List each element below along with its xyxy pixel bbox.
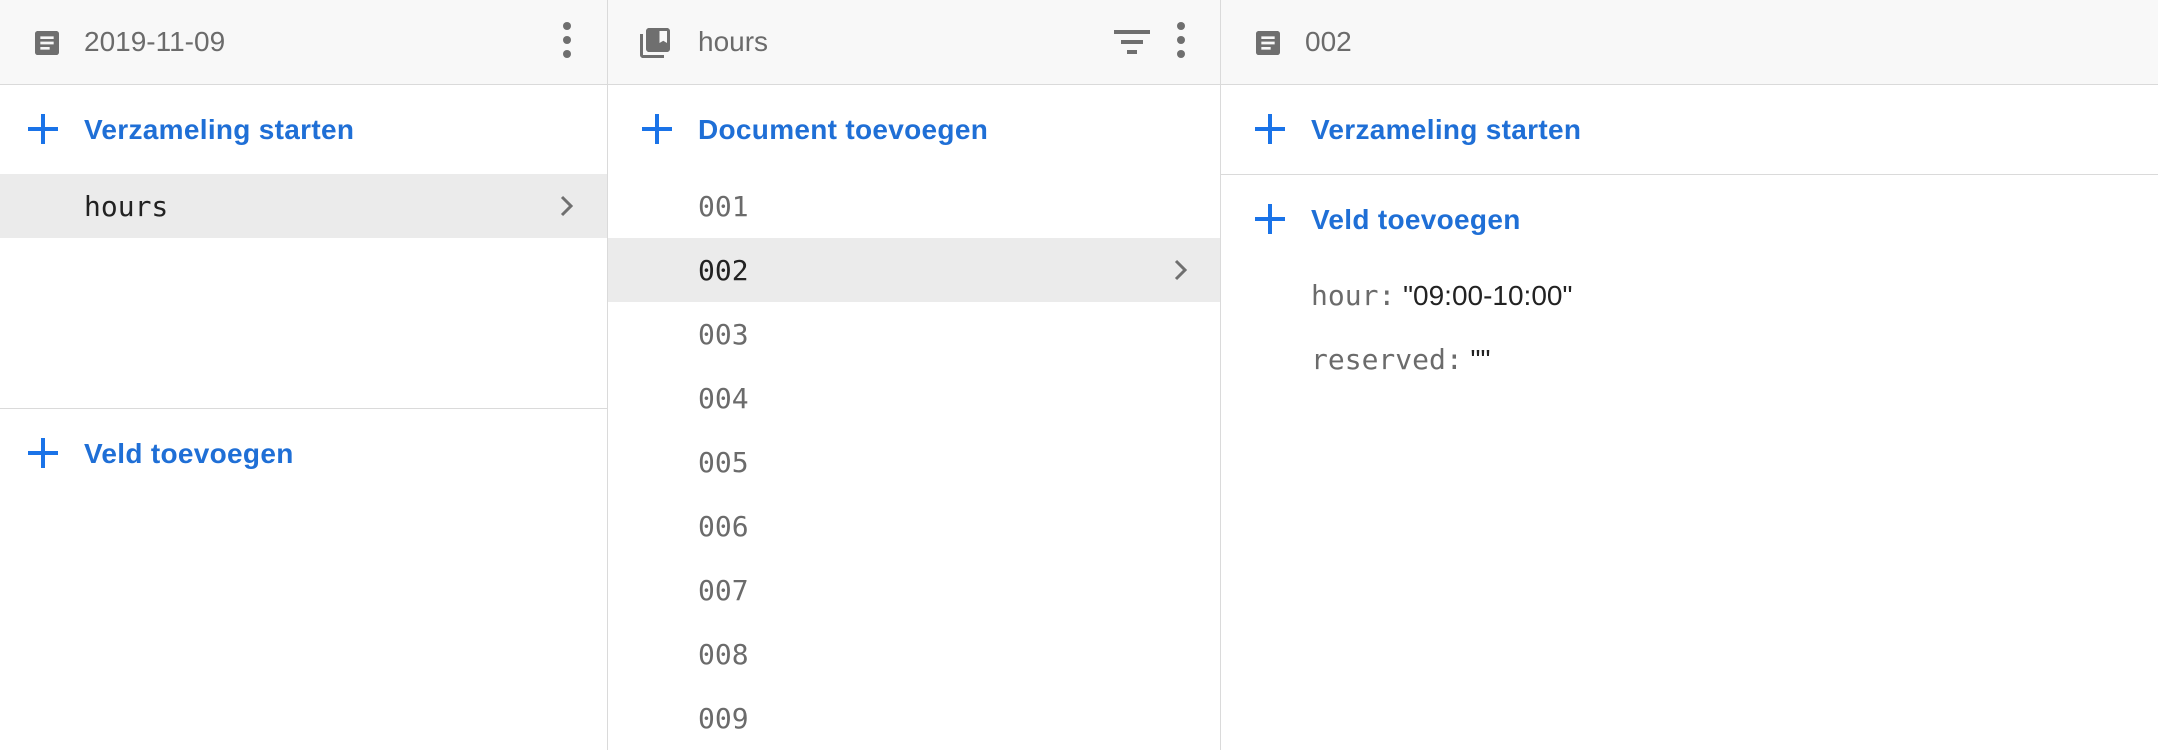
document-item-label: 007 [698,574,749,607]
more-vert-icon[interactable] [1166,20,1196,60]
document-icon [28,26,66,60]
add-field-button[interactable]: Veld toevoegen [1221,176,2158,264]
document-panel-002: 002 Verzameling starten Veld toevoegen h… [1221,0,2158,750]
divider [1221,174,2158,175]
field-key: hour: [1311,279,1396,312]
add-document-button[interactable]: Document toevoegen [608,86,1220,174]
document-item-001[interactable]: 001 [608,174,1220,238]
add-field-label: Veld toevoegen [1311,204,1521,235]
plus-icon [26,112,60,146]
document-item-008[interactable]: 008 [608,622,1220,686]
chevron-right-icon [560,195,574,217]
document-item-label: 001 [698,190,749,223]
document-icon [1249,26,1287,60]
plus-icon [26,436,60,470]
panel-title: 002 [1305,26,1352,57]
start-collection-label: Verzameling starten [84,114,355,145]
document-item-label: 006 [698,510,749,543]
plus-icon [640,112,674,146]
field-row-hour[interactable]: hour: "09:00-10:00" [1311,276,1572,316]
add-field-button[interactable]: Veld toevoegen [0,410,607,498]
start-collection-button[interactable]: Verzameling starten [0,86,607,174]
panel-title: 2019-11-09 [84,26,226,57]
document-item-label: 002 [698,254,749,287]
collection-panel-hours: hours Document toevoegen 001 002 003 004… [608,0,1220,750]
collection-icon [636,26,674,60]
panel-header: hours [608,0,1220,85]
plus-icon [1253,202,1287,236]
field-key: reserved: [1311,343,1463,376]
document-item-label: 009 [698,702,749,735]
document-item-label: 004 [698,382,749,415]
panel-header: 002 [1221,0,2158,85]
panel-header: 2019-11-09 [0,0,607,85]
more-vert-icon[interactable] [552,20,582,60]
filter-icon[interactable] [1112,24,1152,60]
document-panel-root: 2019-11-09 Verzameling starten hours Vel… [0,0,607,750]
document-item-002[interactable]: 002 [608,238,1220,302]
start-collection-button[interactable]: Verzameling starten [1221,86,2158,174]
document-item-009[interactable]: 009 [608,686,1220,750]
field-value: "09:00-10:00" [1403,280,1573,311]
document-item-004[interactable]: 004 [608,366,1220,430]
start-collection-label: Verzameling starten [1311,114,1582,145]
document-item-label: 008 [698,638,749,671]
field-row-reserved[interactable]: reserved: "" [1311,340,1490,380]
document-item-005[interactable]: 005 [608,430,1220,494]
collection-item-label: hours [84,190,169,223]
panel-title: hours [698,26,769,57]
document-item-label: 003 [698,318,749,351]
collection-item-hours[interactable]: hours [0,174,607,238]
add-document-label: Document toevoegen [698,114,989,145]
chevron-right-icon [1174,259,1188,281]
field-value: "" [1470,344,1491,375]
document-item-label: 005 [698,446,749,479]
document-item-007[interactable]: 007 [608,558,1220,622]
document-item-006[interactable]: 006 [608,494,1220,558]
document-item-003[interactable]: 003 [608,302,1220,366]
add-field-label: Veld toevoegen [84,438,294,469]
plus-icon [1253,112,1287,146]
divider [0,408,607,409]
